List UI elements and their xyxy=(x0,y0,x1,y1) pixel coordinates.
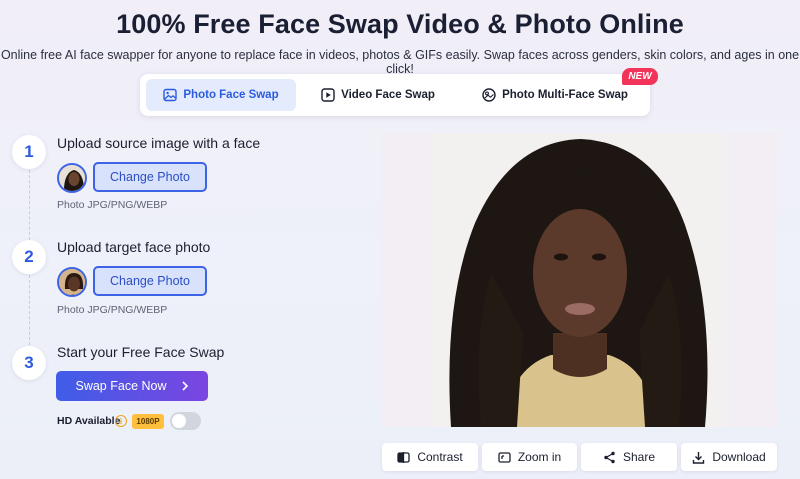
tab-video-face-swap[interactable]: Video Face Swap xyxy=(308,79,448,111)
play-icon xyxy=(321,88,335,102)
step-2-title: Upload target face photo xyxy=(57,239,211,255)
result-preview xyxy=(381,133,777,427)
step-2-number: 2 xyxy=(12,240,46,274)
mode-tabs: Photo Face Swap Video Face Swap Photo Mu… xyxy=(140,74,650,116)
tab-photo-face-swap[interactable]: Photo Face Swap xyxy=(146,79,296,111)
change-source-photo-button[interactable]: Change Photo xyxy=(93,162,207,192)
page-title: 100% Free Face Swap Video & Photo Online xyxy=(116,9,684,39)
contrast-button[interactable]: Contrast xyxy=(382,443,478,471)
target-face-avatar[interactable] xyxy=(57,267,87,297)
step-connector xyxy=(29,275,30,345)
step-3-title: Start your Free Face Swap xyxy=(57,344,225,360)
action-label: Download xyxy=(712,450,766,464)
target-format-hint: Photo JPG/PNG/WEBP xyxy=(57,304,168,316)
action-label: Share xyxy=(622,450,656,464)
preview-photo xyxy=(433,133,726,427)
tab-label: Photo Multi-Face Swap xyxy=(502,89,628,101)
chevron-right-icon xyxy=(181,381,188,391)
share-button[interactable]: Share xyxy=(581,443,677,471)
contrast-icon xyxy=(397,451,410,463)
action-label: Zoom in xyxy=(517,450,562,464)
step-1-title: Upload source image with a face xyxy=(57,135,261,151)
change-target-photo-button[interactable]: Change Photo xyxy=(93,266,207,296)
download-button[interactable]: Download xyxy=(681,443,777,471)
new-badge: NEW xyxy=(622,68,658,85)
tab-label: Video Face Swap xyxy=(341,89,435,101)
action-label: Contrast xyxy=(417,450,463,464)
swap-face-now-button[interactable]: Swap Face Now xyxy=(56,371,208,401)
step-1-number: 1 xyxy=(12,135,46,169)
zoom-in-button[interactable]: Zoom in xyxy=(482,443,577,471)
download-icon xyxy=(693,451,705,464)
toggle-knob xyxy=(172,414,186,428)
hd-available-label: HD Available xyxy=(57,415,121,427)
tab-photo-multi-face-swap[interactable]: Photo Multi-Face Swap xyxy=(470,79,640,111)
multi-face-icon xyxy=(482,88,496,102)
source-format-hint: Photo JPG/PNG/WEBP xyxy=(57,199,168,211)
resolution-badge: 1080P xyxy=(132,414,164,429)
page-subtitle: Online free AI face swapper for anyone t… xyxy=(0,48,800,76)
zoom-in-icon xyxy=(498,451,511,463)
info-icon[interactable]: i xyxy=(115,415,127,427)
share-icon xyxy=(604,451,615,463)
step-3-number: 3 xyxy=(12,346,46,380)
hd-toggle[interactable] xyxy=(170,412,201,430)
swap-button-label: Swap Face Now xyxy=(75,379,167,393)
image-icon xyxy=(163,88,178,102)
source-face-avatar[interactable] xyxy=(57,163,87,193)
step-connector xyxy=(29,170,30,240)
tab-label: Photo Face Swap xyxy=(183,89,279,101)
